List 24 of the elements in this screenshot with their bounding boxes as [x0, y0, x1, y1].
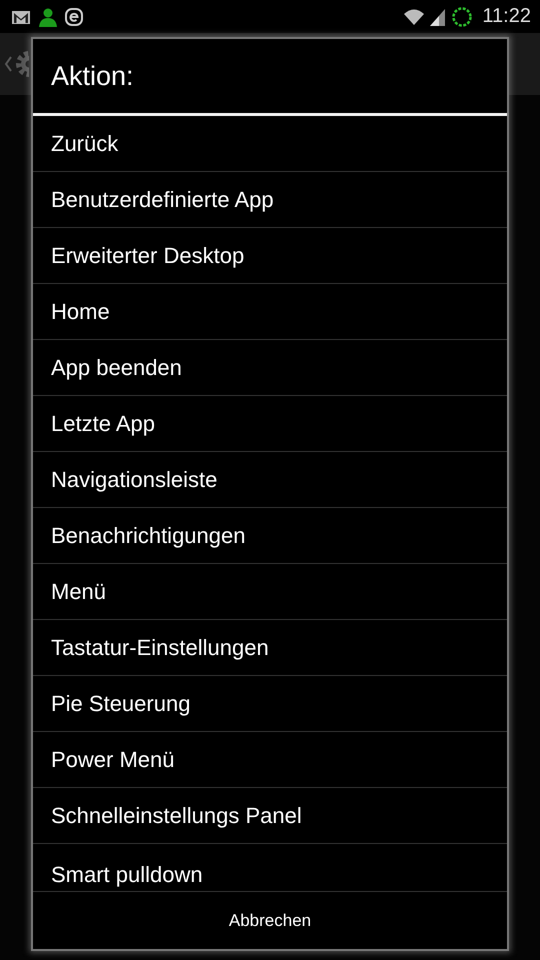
cancel-button[interactable]: Abbrechen: [33, 891, 507, 949]
list-item[interactable]: Pie Steuerung: [33, 676, 507, 732]
person-icon: [38, 6, 58, 26]
list-item[interactable]: Benutzerdefinierte App: [33, 172, 507, 228]
list-item[interactable]: Schnelleinstellungs Panel: [33, 788, 507, 844]
list-item[interactable]: Letzte App: [33, 396, 507, 452]
list-item[interactable]: Smart pulldown: [33, 844, 507, 891]
list-item[interactable]: Home: [33, 284, 507, 340]
list-item[interactable]: App beenden: [33, 340, 507, 396]
list-item[interactable]: Zurück: [33, 116, 507, 172]
ring-icon: [451, 6, 474, 28]
gear-icon: [14, 49, 29, 79]
signal-icon: [430, 8, 446, 26]
dialog-title: Aktion:: [33, 39, 507, 116]
mail-icon: [11, 8, 31, 24]
wifi-icon: [403, 8, 426, 26]
clock: 11:22: [482, 5, 531, 28]
list-item[interactable]: Power Menü: [33, 732, 507, 788]
list-item[interactable]: Erweiterter Desktop: [33, 228, 507, 284]
list-item[interactable]: Menü: [33, 564, 507, 620]
list-item[interactable]: Navigationsleiste: [33, 452, 507, 508]
list-item[interactable]: Tastatur-Einstellungen: [33, 620, 507, 676]
list-item[interactable]: Benachrichtigungen: [33, 508, 507, 564]
back-chevron-icon: [4, 56, 12, 72]
